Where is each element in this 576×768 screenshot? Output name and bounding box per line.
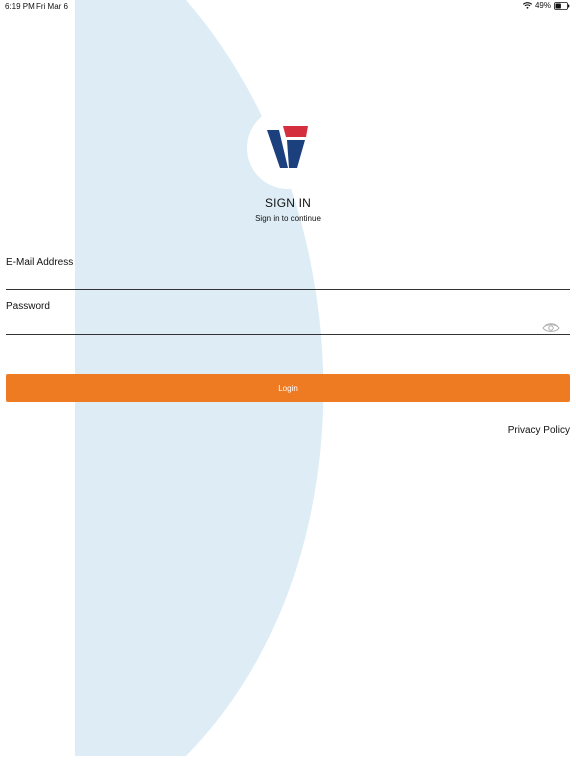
- email-field[interactable]: [6, 273, 570, 290]
- password-label: Password: [6, 301, 50, 312]
- sign-in-screen: 6:19 PM Fri Mar 6 49% SIGN IN Sign in to…: [0, 0, 576, 768]
- password-field[interactable]: [6, 318, 570, 335]
- wifi-icon: [522, 2, 532, 9]
- brand-v-logo-icon: [267, 126, 308, 168]
- status-time: 6:19 PM: [5, 2, 35, 11]
- page-title: SIGN IN: [264, 196, 312, 210]
- logo-badge: [247, 107, 329, 189]
- battery-icon: [554, 1, 570, 10]
- login-button[interactable]: Login: [6, 374, 570, 402]
- email-label: E-Mail Address: [6, 257, 74, 268]
- page-subtitle: Sign in to continue: [255, 214, 321, 223]
- battery-percent: 49%: [534, 1, 551, 10]
- eye-icon[interactable]: [542, 320, 560, 338]
- status-bar: 6:19 PM Fri Mar 6 49%: [0, 0, 576, 14]
- privacy-policy-link[interactable]: Privacy Policy: [508, 425, 570, 436]
- status-date: Fri Mar 6: [36, 2, 68, 11]
- status-right: 49%: [522, 1, 570, 10]
